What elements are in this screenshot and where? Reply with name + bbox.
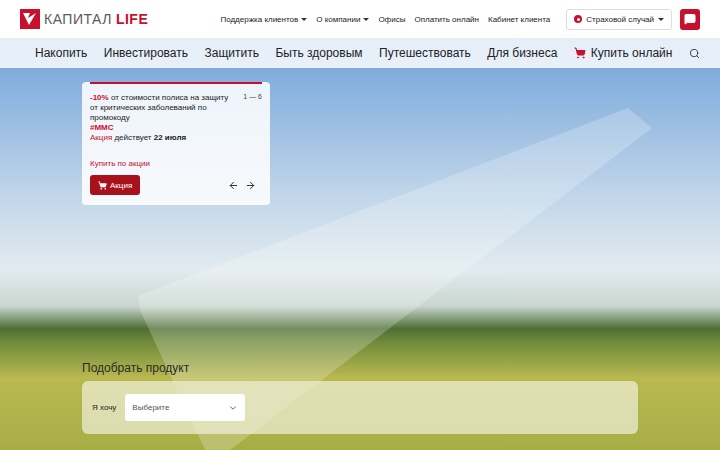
promo-bottom: Акция (90, 175, 262, 195)
promo-accent-line (90, 82, 262, 84)
picker-label: Я хочу (92, 403, 116, 412)
product-select[interactable]: Выберите (125, 394, 245, 421)
main-nav: Накопить Инвестировать Защитить Быть здоров… (0, 38, 720, 68)
buy-online-link[interactable]: Купить онлайн (574, 46, 673, 60)
nav-item[interactable]: Для бизнеса (487, 46, 557, 60)
caret-icon (658, 18, 664, 21)
arrow-left-icon (228, 180, 239, 191)
top-link[interactable]: Оплатить онлайн (414, 15, 479, 24)
logo-mark-icon (20, 9, 40, 29)
top-header: КАПИТАЛLIFE Поддержка клиентов О компании О… (0, 0, 720, 38)
search-button[interactable] (689, 48, 700, 59)
nav-item[interactable]: Путешествовать (379, 46, 471, 60)
logo-accent: LIFE (116, 11, 148, 27)
top-link[interactable]: О компании (316, 15, 369, 24)
top-link[interactable]: Офисы (378, 15, 405, 24)
slide-counter: 1 — 6 (243, 93, 262, 143)
picker-title: Подобрать продукт (82, 361, 638, 375)
top-link[interactable]: Кабинет клиента (488, 15, 550, 24)
logo[interactable]: КАПИТАЛLIFE (20, 9, 148, 29)
chat-button[interactable] (680, 9, 700, 30)
chat-icon (684, 13, 696, 25)
promo-text: -10% от стоимости полиса на защиту от кр… (90, 93, 230, 143)
next-button[interactable] (245, 180, 256, 191)
nav-item[interactable]: Накопить (35, 46, 87, 60)
nav-item[interactable]: Быть здоровым (275, 46, 362, 60)
alert-icon (574, 15, 582, 23)
promo-link[interactable]: Купить по акции (90, 159, 262, 168)
arrow-right-icon (245, 180, 256, 191)
chevron-down-icon (228, 403, 238, 413)
product-picker: Подобрать продукт Я хочу Выберите (82, 361, 638, 434)
nav-item[interactable]: Инвестировать (104, 46, 188, 60)
picker-panel: Я хочу Выберите (82, 381, 638, 434)
caret-icon (363, 18, 369, 21)
promo-top: -10% от стоимости полиса на защиту от кр… (90, 93, 262, 143)
page: КАПИТАЛLIFE Поддержка клиентов О компании О… (0, 0, 720, 450)
cart-icon (98, 181, 107, 190)
promo-button[interactable]: Акция (90, 175, 140, 195)
prev-button[interactable] (228, 180, 239, 191)
top-links: Поддержка клиентов О компании Офисы Оплатит… (220, 15, 550, 24)
claim-button[interactable]: Страховой случай (566, 9, 672, 30)
slider-arrows (228, 180, 256, 191)
top-link[interactable]: Поддержка клиентов (220, 15, 307, 24)
logo-name: КАПИТАЛ (44, 11, 112, 27)
nav-item[interactable]: Защитить (204, 46, 258, 60)
hero: -10% от стоимости полиса на защиту от кр… (0, 68, 720, 450)
caret-icon (301, 18, 307, 21)
promo-card: -10% от стоимости полиса на защиту от кр… (82, 82, 270, 205)
search-icon (689, 48, 700, 59)
cart-icon (574, 47, 586, 59)
